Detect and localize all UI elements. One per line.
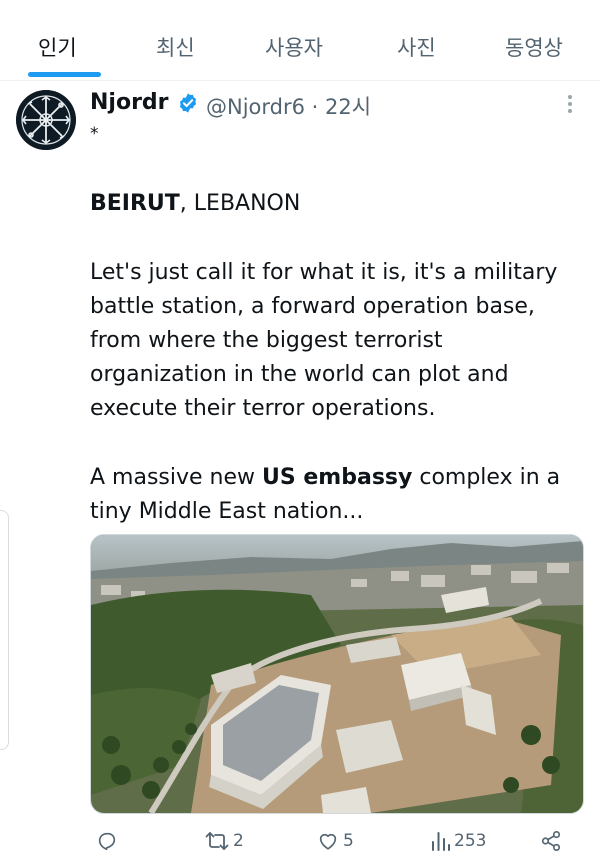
side-edge-handle [0, 510, 9, 750]
tweet-text-segment: A massive new [90, 465, 263, 490]
views-button[interactable]: 253 [430, 828, 486, 854]
tweet-asterisk: * [90, 124, 99, 144]
reply-button[interactable] [96, 828, 122, 854]
search-tabs: 인기 최신 사용자 사진 동영상 [0, 0, 600, 81]
tweet-photo[interactable] [90, 534, 584, 814]
tweet-text-bold: US embassy [262, 465, 413, 490]
tweet-text-line: Let's just call it for what it is, it's … [90, 260, 558, 285]
like-count: 5 [343, 831, 354, 851]
retweet-icon [205, 832, 229, 850]
active-tab-indicator [28, 72, 101, 77]
retweet-count: 2 [233, 831, 244, 851]
tweet-text-line: organization in the world can plot and [90, 362, 509, 387]
tweet-text-line: A massive new US embassy complex in a [90, 461, 560, 495]
tweet-text-segment: complex in a [412, 465, 561, 490]
tweet-action-bar: 2 5 253 [0, 822, 600, 862]
tweet-text-line: execute their terror operations. [90, 396, 436, 421]
tweet-location-line: BEIRUT, LEBANON [90, 187, 300, 221]
reply-icon [98, 832, 116, 851]
like-icon [319, 833, 337, 850]
view-count: 253 [454, 831, 487, 851]
share-icon [541, 831, 561, 851]
tweet-text-line: battle station, a forward operation base… [90, 294, 535, 319]
tab-popular[interactable]: 인기 [38, 32, 77, 62]
more-icon[interactable] [560, 92, 580, 116]
handle-and-time[interactable]: @Njordr6 · 22시 [206, 91, 371, 121]
tab-photos[interactable]: 사진 [397, 32, 436, 62]
author-name[interactable]: Njordr [90, 90, 169, 115]
tweet-text-line: tiny Middle East nation... [90, 499, 364, 524]
tweet-text-line: from where the biggest terrorist [90, 328, 443, 353]
retweet-button[interactable]: 2 [205, 828, 244, 854]
verified-icon [179, 93, 197, 113]
like-button[interactable]: 5 [317, 828, 354, 854]
tab-latest[interactable]: 최신 [156, 32, 195, 62]
location-city: BEIRUT [90, 191, 180, 216]
avatar[interactable] [16, 90, 76, 150]
share-button[interactable] [540, 828, 562, 854]
location-country: , LEBANON [179, 191, 301, 216]
tab-videos[interactable]: 동영상 [505, 32, 563, 62]
tab-users[interactable]: 사용자 [265, 32, 323, 62]
views-icon [432, 832, 450, 851]
